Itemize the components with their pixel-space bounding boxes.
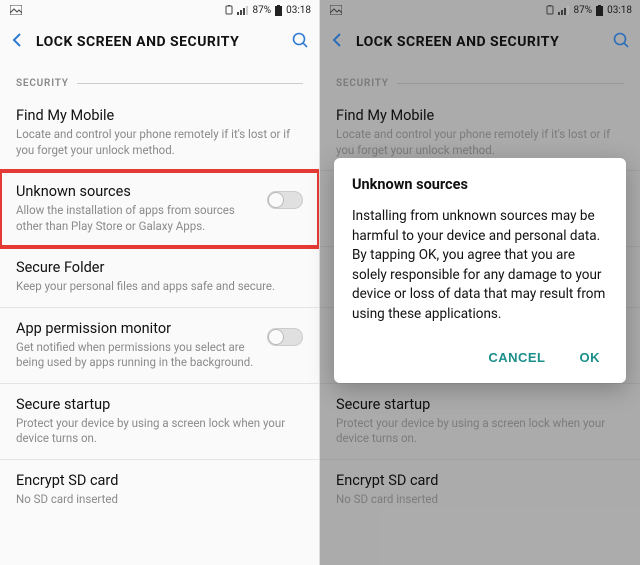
item-desc: Locate and control your phone remotely i…: [336, 127, 624, 158]
item-secure-startup[interactable]: Secure startup Protect your device by us…: [0, 384, 319, 460]
item-desc: Keep your personal files and apps safe a…: [16, 279, 303, 295]
picture-icon: [330, 5, 342, 15]
page-title: LOCK SCREEN AND SECURITY: [356, 34, 602, 50]
divider: [77, 83, 303, 84]
section-header: SECURITY: [0, 64, 319, 95]
item-encrypt-sd[interactable]: Encrypt SD card No SD card inserted: [320, 460, 640, 520]
back-icon[interactable]: [10, 32, 26, 52]
item-title: Encrypt SD card: [336, 472, 624, 489]
picture-icon: [10, 5, 22, 15]
battery-percent: 87%: [253, 5, 272, 16]
item-title: App permission monitor: [16, 320, 257, 337]
item-title: Find My Mobile: [336, 107, 624, 124]
status-bar: 87% 03:18: [320, 0, 640, 20]
item-encrypt-sd[interactable]: Encrypt SD card No SD card inserted: [0, 460, 319, 520]
dialog-title: Unknown sources: [352, 176, 608, 193]
back-icon[interactable]: [330, 32, 346, 52]
item-desc: Protect your device by using a screen lo…: [336, 416, 624, 447]
battery-icon: [596, 5, 603, 16]
app-bar: LOCK SCREEN AND SECURITY: [0, 20, 319, 64]
divider: [397, 83, 624, 84]
signal-icon: [558, 5, 570, 15]
app-bar: LOCK SCREEN AND SECURITY: [320, 20, 640, 64]
item-find-my-mobile[interactable]: Find My Mobile Locate and control your p…: [0, 95, 319, 171]
phone-right: 87% 03:18 LOCK SCREEN AND SECURITY SECUR…: [320, 0, 640, 565]
item-app-permission-monitor[interactable]: App permission monitor Get notified when…: [0, 308, 319, 384]
battery-percent: 87%: [574, 5, 593, 16]
item-secure-startup[interactable]: Secure startup Protect your device by us…: [320, 384, 640, 460]
item-desc: Get notified when permissions you select…: [16, 340, 257, 371]
item-desc: Protect your device by using a screen lo…: [16, 416, 303, 447]
page-title: LOCK SCREEN AND SECURITY: [36, 34, 281, 50]
status-bar: 87% 03:18: [0, 0, 319, 20]
cancel-button[interactable]: CANCEL: [482, 346, 551, 369]
battery-saver-icon: [225, 5, 233, 15]
item-unknown-sources[interactable]: Unknown sources Allow the installation o…: [0, 171, 319, 247]
toggle-app-permission-monitor[interactable]: [267, 328, 303, 346]
settings-list: Find My Mobile Locate and control your p…: [0, 95, 319, 565]
clock: 03:18: [286, 5, 311, 16]
item-desc: No SD card inserted: [16, 492, 303, 508]
section-label: SECURITY: [16, 78, 69, 89]
item-desc: Locate and control your phone remotely i…: [16, 127, 303, 158]
battery-icon: [275, 5, 282, 16]
item-title: Encrypt SD card: [16, 472, 303, 489]
section-label: SECURITY: [336, 78, 389, 89]
item-title: Secure startup: [16, 396, 303, 413]
search-icon[interactable]: [291, 31, 309, 53]
ok-button[interactable]: OK: [574, 346, 607, 369]
item-title: Find My Mobile: [16, 107, 303, 124]
section-header: SECURITY: [320, 64, 640, 95]
item-desc: Allow the installation of apps from sour…: [16, 203, 257, 234]
item-secure-folder[interactable]: Secure Folder Keep your personal files a…: [0, 247, 319, 308]
battery-saver-icon: [546, 5, 554, 15]
phone-left: 87% 03:18 LOCK SCREEN AND SECURITY SECUR…: [0, 0, 320, 565]
signal-icon: [237, 5, 249, 15]
dialog-body: Installing from unknown sources may be h…: [352, 207, 608, 324]
search-icon[interactable]: [612, 31, 630, 53]
dialog-actions: CANCEL OK: [352, 342, 608, 373]
clock: 03:18: [607, 5, 632, 16]
item-desc: No SD card inserted: [336, 492, 624, 508]
item-title: Secure Folder: [16, 259, 303, 276]
item-title: Unknown sources: [16, 183, 257, 200]
toggle-unknown-sources[interactable]: [267, 191, 303, 209]
dialog-unknown-sources: Unknown sources Installing from unknown …: [334, 158, 626, 383]
item-title: Secure startup: [336, 396, 624, 413]
